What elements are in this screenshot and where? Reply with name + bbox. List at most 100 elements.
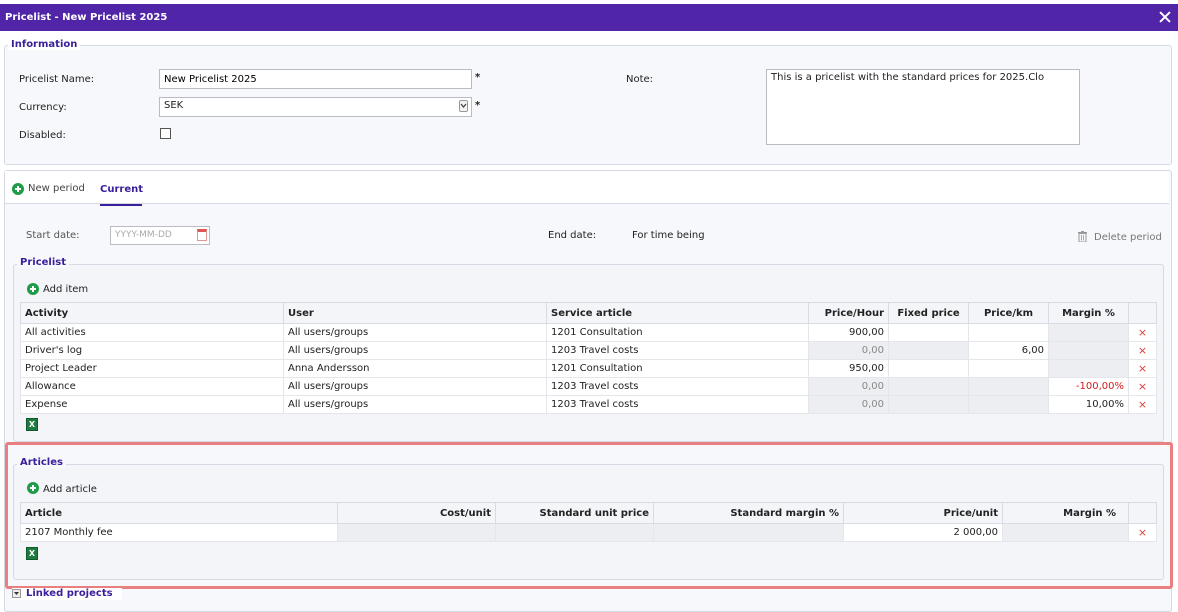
add-article-button[interactable]: Add article (27, 482, 107, 496)
margin-cell (1002, 523, 1129, 542)
pricelist-legend: Pricelist (17, 257, 69, 268)
user-cell[interactable]: Anna Andersson (283, 359, 547, 378)
required-mark: * (475, 72, 481, 83)
column-header[interactable]: Price/unit (843, 502, 1003, 524)
start-date-label: Start date: (26, 230, 80, 241)
column-header[interactable]: User (283, 302, 547, 324)
price-km-cell[interactable]: 6,00 (968, 341, 1049, 360)
service-article-cell[interactable]: 1203 Travel costs (546, 395, 809, 414)
table-row: Allowance All users/groups 1203 Travel c… (20, 377, 1157, 396)
articles-header-row: Article Cost/unit Standard unit price St… (20, 502, 1157, 524)
required-mark: * (475, 100, 481, 111)
fixed-price-cell[interactable] (888, 323, 969, 342)
margin-cell (1048, 323, 1129, 342)
window-title: Pricelist - New Pricelist 2025 (5, 12, 168, 23)
tab-current-label: Current (100, 184, 144, 195)
price-hour-cell[interactable]: 900,00 (808, 323, 889, 342)
delete-row-icon[interactable]: × (1128, 341, 1157, 360)
tab-current[interactable]: Current (100, 184, 144, 206)
column-header[interactable]: Activity (20, 302, 284, 324)
table-row: Expense All users/groups 1203 Travel cos… (20, 395, 1157, 414)
service-article-cell[interactable]: 1201 Consultation (546, 323, 809, 342)
margin-cell (1048, 341, 1129, 360)
activity-cell[interactable]: Driver's log (20, 341, 284, 360)
linked-projects-label: Linked projects (26, 588, 113, 599)
add-period-icon (12, 183, 24, 195)
pricelist-table: Activity User Service article Price/Hour… (20, 302, 1157, 414)
service-article-cell[interactable]: 1203 Travel costs (546, 341, 809, 360)
column-header[interactable]: Margin % (1048, 302, 1129, 324)
trash-icon (1078, 231, 1087, 242)
table-row: Driver's log All users/groups 1203 Trave… (20, 341, 1157, 360)
delete-row-icon[interactable]: × (1128, 377, 1157, 396)
note-text: This is a pricelist with the standard pr… (771, 72, 1045, 83)
standard-price-cell (495, 523, 654, 542)
price-hour-cell[interactable]: 950,00 (808, 359, 889, 378)
delete-row-icon[interactable]: × (1128, 359, 1157, 378)
articles-legend: Articles (17, 457, 66, 468)
calendar-icon[interactable] (197, 229, 207, 241)
service-article-cell[interactable]: 1203 Travel costs (546, 377, 809, 396)
table-row: Project Leader Anna Andersson 1201 Consu… (20, 359, 1157, 378)
column-header[interactable]: Price/km (968, 302, 1049, 324)
add-item-button[interactable]: Add item (27, 283, 97, 297)
end-date-label: End date: (548, 230, 597, 241)
article-cell[interactable]: 2107 Monthly fee (20, 523, 338, 542)
column-header[interactable]: Fixed price (888, 302, 969, 324)
activity-cell[interactable]: Allowance (20, 377, 284, 396)
fixed-price-cell[interactable] (888, 359, 969, 378)
linked-projects-toggle[interactable]: Linked projects (12, 588, 122, 600)
fixed-price-cell (888, 341, 969, 360)
column-header[interactable]: Article (20, 502, 338, 524)
add-article-icon (27, 482, 39, 494)
close-icon[interactable] (1157, 7, 1173, 27)
column-header[interactable]: Cost/unit (337, 502, 496, 524)
column-header[interactable]: Service article (546, 302, 809, 324)
excel-export-icon[interactable]: X (26, 418, 38, 431)
activity-cell[interactable]: Expense (20, 395, 284, 414)
service-article-cell[interactable]: 1201 Consultation (546, 359, 809, 378)
price-km-cell[interactable] (968, 323, 1049, 342)
delete-row-icon[interactable]: × (1128, 395, 1157, 414)
column-header[interactable]: Price/Hour (808, 302, 889, 324)
column-header[interactable]: Margin % (1002, 502, 1129, 524)
margin-cell[interactable]: 10,00% (1048, 395, 1129, 414)
cost-unit-cell (337, 523, 496, 542)
tab-new-period-label: New period (28, 183, 85, 194)
currency-value: SEK (164, 100, 184, 111)
currency-select[interactable]: SEK (159, 97, 472, 117)
excel-export-icon[interactable]: X (26, 547, 38, 560)
add-item-icon (27, 283, 39, 295)
pricelist-header-row: Activity User Service article Price/Hour… (20, 302, 1157, 324)
delete-period-button[interactable]: Delete period (1078, 231, 1162, 245)
fixed-price-cell (888, 377, 969, 396)
add-item-label: Add item (43, 284, 89, 295)
fixed-price-cell (888, 395, 969, 414)
start-date-input[interactable]: YYYY-MM-DD (110, 226, 210, 245)
table-row: 2107 Monthly fee 2 000,00 × (20, 523, 1157, 542)
column-header[interactable]: Standard margin % (653, 502, 844, 524)
currency-label: Currency: (19, 102, 67, 113)
activity-cell[interactable]: All activities (20, 323, 284, 342)
price-hour-cell: 0,00 (808, 395, 889, 414)
delete-period-label: Delete period (1094, 232, 1162, 243)
collapse-arrow-icon (12, 589, 21, 598)
delete-row-icon[interactable]: × (1128, 523, 1157, 542)
column-header[interactable]: Standard unit price (495, 502, 654, 524)
margin-cell[interactable]: -100,00% (1048, 377, 1129, 396)
price-unit-cell[interactable]: 2 000,00 (843, 523, 1003, 542)
end-date-value: For time being (632, 230, 705, 241)
user-cell[interactable]: All users/groups (283, 377, 547, 396)
pricelist-name-input[interactable] (159, 69, 472, 89)
standard-margin-cell (653, 523, 844, 542)
user-cell[interactable]: All users/groups (283, 341, 547, 360)
disabled-label: Disabled: (19, 130, 66, 141)
note-textarea[interactable]: This is a pricelist with the standard pr… (766, 69, 1080, 145)
user-cell[interactable]: All users/groups (283, 323, 547, 342)
activity-cell[interactable]: Project Leader (20, 359, 284, 378)
delete-row-icon[interactable]: × (1128, 323, 1157, 342)
disabled-checkbox[interactable] (160, 128, 171, 139)
price-km-cell[interactable] (968, 359, 1049, 378)
add-article-label: Add article (43, 484, 97, 495)
user-cell[interactable]: All users/groups (283, 395, 547, 414)
